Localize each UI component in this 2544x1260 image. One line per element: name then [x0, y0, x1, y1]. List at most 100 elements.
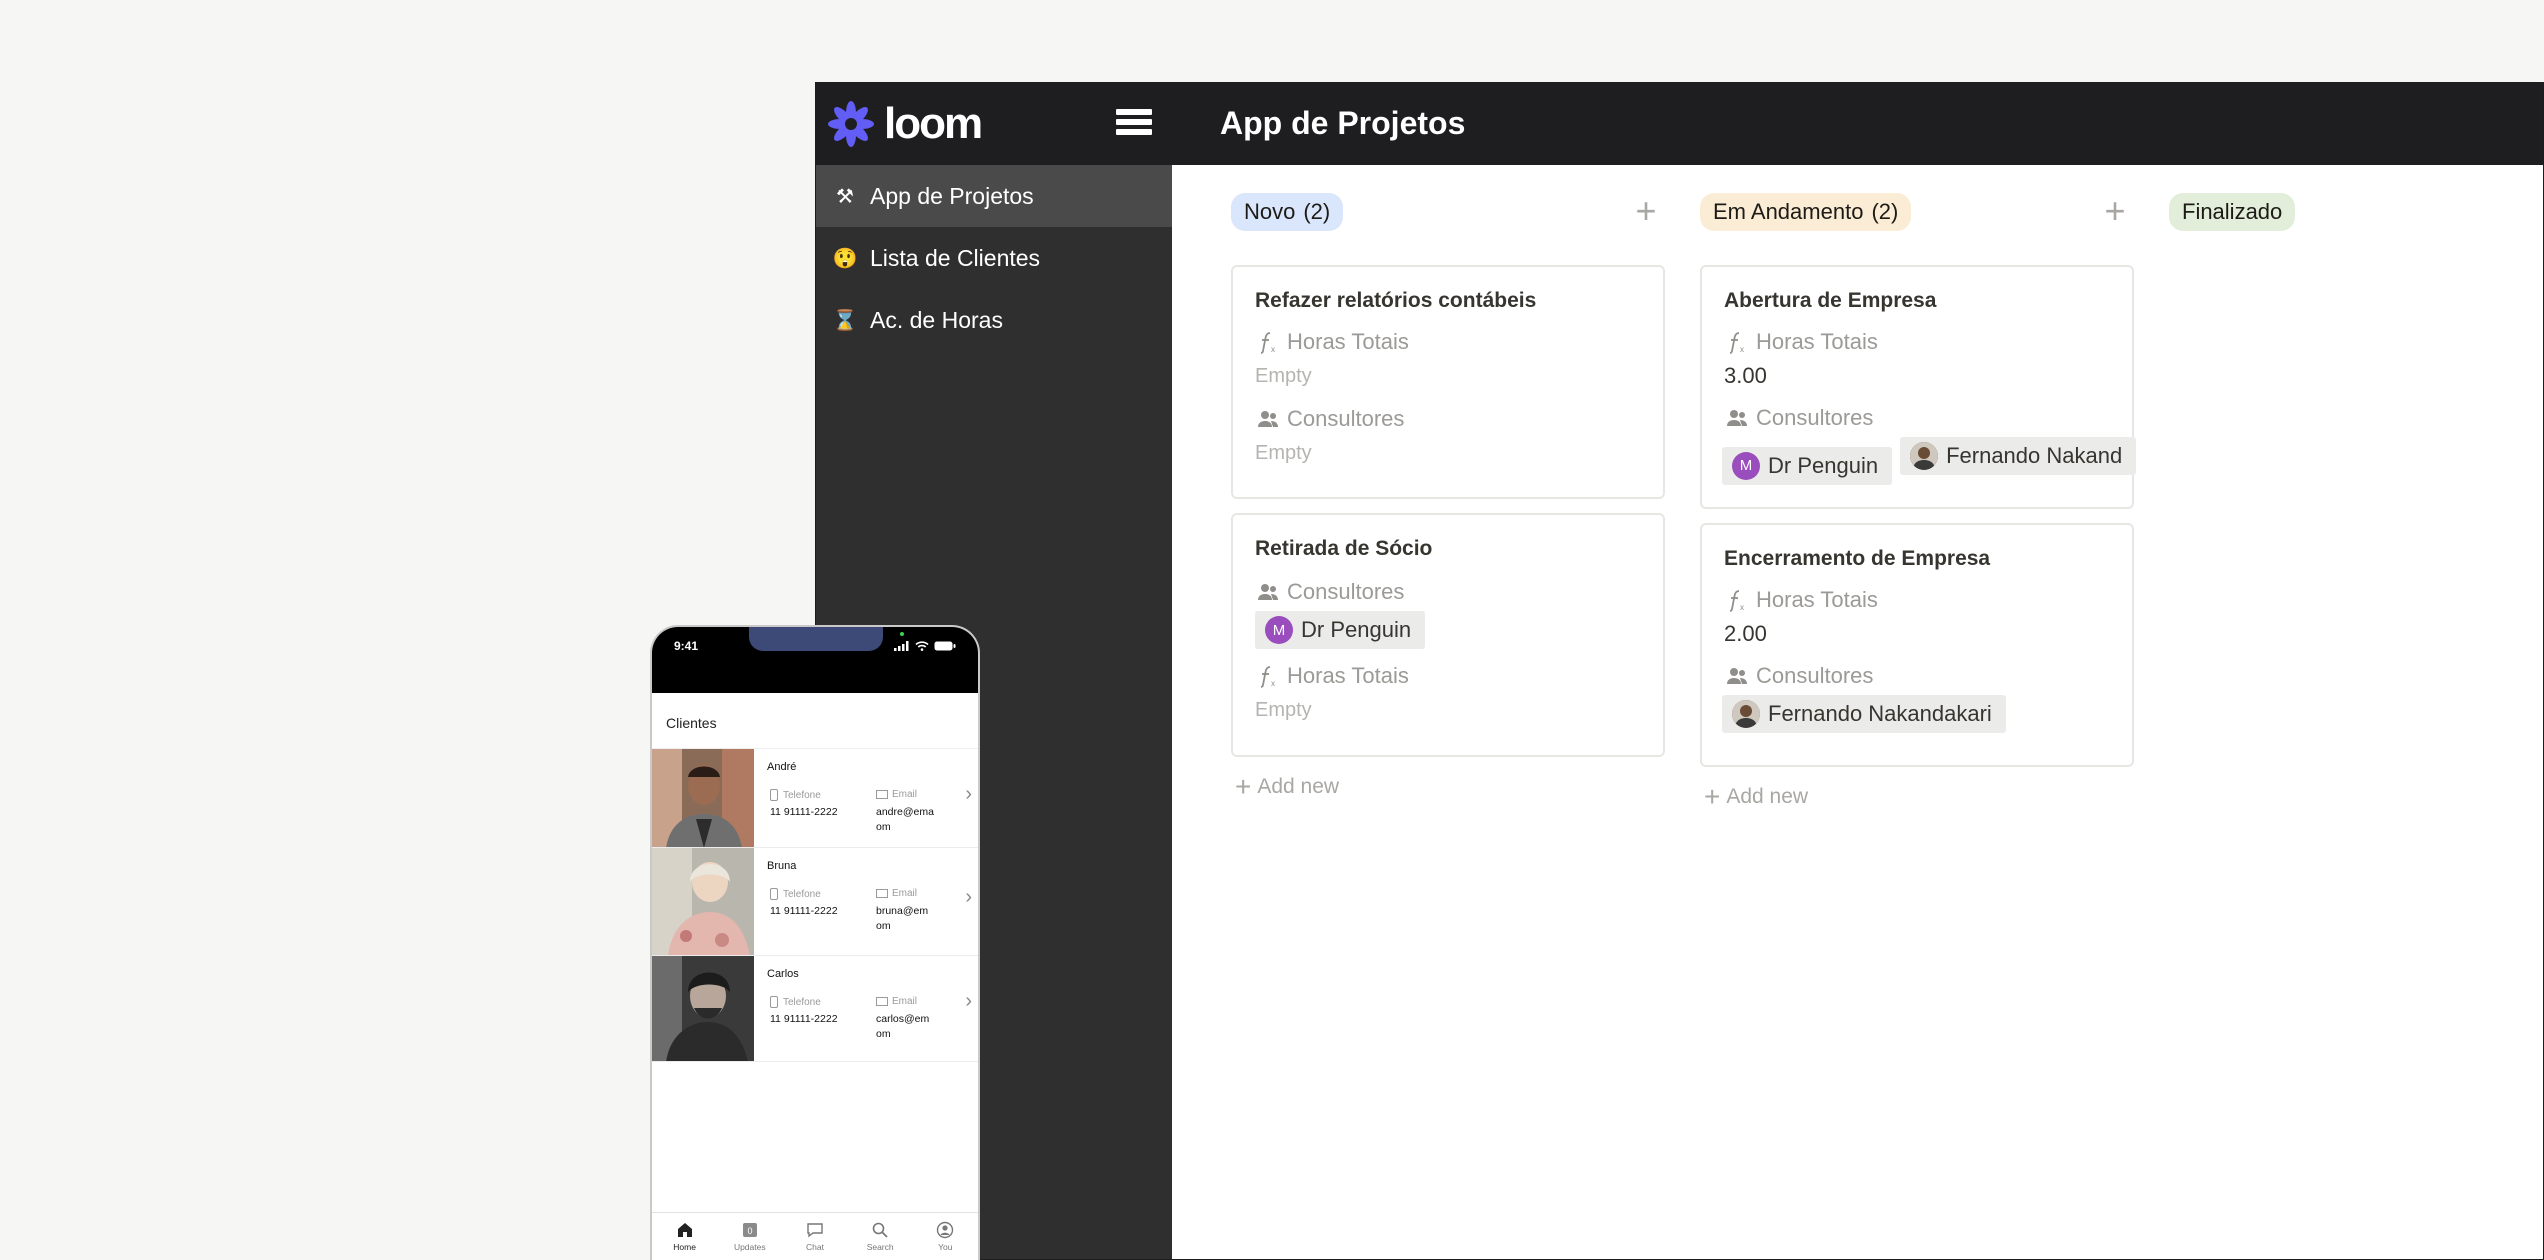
list-item[interactable]: André Telefone 11 91111-2222 Email andre…	[652, 749, 978, 848]
home-icon	[677, 1223, 692, 1237]
menu-icon[interactable]	[1116, 109, 1152, 139]
phone-icon	[770, 888, 778, 900]
svg-text:x: x	[1271, 679, 1275, 688]
consultores-label: Consultores	[1724, 405, 2110, 431]
card-title: Abertura de Empresa	[1724, 289, 1937, 312]
client-phone: 11 91111-2222	[770, 905, 838, 917]
client-phone: 11 91111-2222	[770, 1013, 838, 1025]
sidebar-item-ac-de-horas[interactable]: ⌛ Ac. de Horas	[816, 289, 1172, 351]
email-label: Email	[876, 789, 917, 800]
add-card-button[interactable]: +	[1627, 193, 1665, 231]
status-badge[interactable]: Finalizado	[2169, 193, 2296, 231]
tab-updates[interactable]: 0 Updates	[720, 1213, 780, 1260]
consultores-label: Consultores	[1255, 406, 1641, 432]
client-name: Bruna	[767, 860, 797, 872]
phone-header: Clientes	[652, 693, 978, 749]
status-badge[interactable]: Em Andamento (2)	[1700, 193, 1912, 231]
wifi-icon	[915, 641, 929, 651]
hammer-and-pick-icon: ⚒	[836, 185, 854, 208]
page-title: Clientes	[666, 715, 717, 731]
column-header: Em Andamento (2) +	[1700, 193, 2134, 231]
phone-icon	[770, 996, 778, 1008]
avatar	[1732, 700, 1760, 728]
page-title: App de Projetos	[1220, 105, 1466, 141]
svg-text:0: 0	[747, 1226, 752, 1236]
client-email: bruna@em om	[876, 905, 929, 932]
formula-icon: x	[1724, 587, 1750, 613]
horas-totais-value[interactable]: 3.00	[1724, 363, 2110, 389]
chevron-right-icon: ›	[965, 990, 972, 1012]
add-new-button[interactable]: + Add new	[1235, 771, 1339, 803]
consultores-label: Consultores	[1255, 579, 1641, 605]
person-chip[interactable]: M Dr Penguin	[1255, 611, 1426, 649]
chevron-right-icon: ›	[965, 886, 972, 908]
sidebar-item-app-de-projetos[interactable]: ⚒ App de Projetos	[816, 165, 1172, 227]
horas-totais-label: x Horas Totais	[1724, 329, 2110, 355]
people-icon	[1255, 406, 1281, 432]
updates-icon: 0	[742, 1223, 757, 1237]
add-new-button[interactable]: + Add new	[1704, 781, 1808, 813]
client-email: andre@ema om	[876, 806, 934, 833]
card-title: Retirada de Sócio	[1255, 537, 1433, 560]
tab-you[interactable]: You	[915, 1213, 975, 1260]
consultores-value: Fernando Nakandakari	[1722, 695, 2110, 733]
camera-indicator-icon	[900, 632, 904, 636]
person-chip[interactable]: M Dr Penguin	[1722, 446, 1893, 485]
telefone-label: Telefone	[770, 888, 821, 900]
phone-icon	[770, 789, 778, 801]
hourglass-icon: ⌛	[832, 309, 858, 332]
people-icon	[1724, 405, 1750, 431]
formula-icon: x	[1724, 329, 1750, 355]
client-name: André	[767, 761, 797, 773]
list-item[interactable]: Carlos Telefone 11 91111-2222 Email carl…	[652, 956, 978, 1062]
horas-totais-value[interactable]: Empty	[1255, 699, 1641, 722]
column-header: Finalizado	[2169, 193, 2543, 231]
signal-icon	[894, 641, 909, 651]
add-card-button[interactable]: +	[2096, 193, 2134, 231]
loom-logo-icon	[828, 101, 874, 147]
card-refazer-relatorios[interactable]: Refazer relatórios contábeis x Horas Tot…	[1231, 265, 1665, 499]
app-window: loom App de Projetos ⚒ App de Projetos 😲…	[815, 82, 2544, 1260]
svg-text:x: x	[1740, 603, 1744, 612]
consultores-value[interactable]: Empty	[1255, 442, 1641, 465]
telefone-label: Telefone	[770, 789, 821, 801]
phone-notch	[749, 627, 883, 651]
client-photo	[652, 848, 754, 955]
people-icon	[1255, 579, 1281, 605]
card-retirada-de-socio[interactable]: Retirada de Sócio Consultores M Dr Pengui…	[1231, 513, 1665, 757]
horas-totais-value[interactable]: Empty	[1255, 365, 1641, 388]
phone-status-bar: 9:41	[652, 627, 978, 693]
user-circle-icon	[937, 1221, 954, 1239]
card-encerramento-de-empresa[interactable]: Encerramento de Empresa x Horas Totais 2…	[1700, 523, 2134, 767]
status-badge[interactable]: Novo (2)	[1231, 193, 1344, 231]
search-icon	[872, 1222, 888, 1238]
avatar	[1910, 442, 1939, 470]
sidebar-item-lista-de-clientes[interactable]: 😲 Lista de Clientes	[816, 227, 1172, 289]
avatar: M	[1732, 451, 1760, 480]
person-face-icon: 😲	[832, 247, 858, 270]
top-bar: loom App de Projetos	[816, 83, 2543, 165]
client-email: carlos@em om	[876, 1013, 930, 1040]
person-chip[interactable]: Fernando Nakand	[1900, 437, 2137, 475]
person-chip[interactable]: Fernando Nakandakari	[1722, 695, 2006, 733]
consultores-value: M Dr Penguin Fernando Nakand	[1722, 437, 2137, 485]
email-label: Email	[876, 888, 917, 899]
horas-totais-label: x Horas Totais	[1255, 663, 1641, 689]
card-abertura-de-empresa[interactable]: Abertura de Empresa x Horas Totais 3.00 …	[1700, 265, 2137, 509]
status-indicators	[894, 641, 956, 651]
horas-totais-value[interactable]: 2.00	[1724, 621, 2110, 647]
tab-search[interactable]: Search	[850, 1213, 910, 1260]
tab-home[interactable]: Home	[655, 1213, 715, 1260]
loom-logo[interactable]: loom	[826, 97, 983, 151]
card-title: Encerramento de Empresa	[1724, 547, 1991, 570]
client-photo	[652, 749, 754, 847]
card-title: Refazer relatórios contábeis	[1255, 289, 1537, 312]
envelope-icon	[876, 889, 888, 898]
formula-icon: x	[1255, 663, 1281, 689]
logo-text: loom	[884, 99, 983, 148]
tab-chat[interactable]: Chat	[785, 1213, 845, 1260]
list-item[interactable]: Bruna Telefone 11 91111-2222 Email bruna…	[652, 848, 978, 956]
status-time: 9:41	[674, 639, 699, 653]
formula-icon: x	[1255, 329, 1281, 355]
consultores-label: Consultores	[1724, 663, 2110, 689]
